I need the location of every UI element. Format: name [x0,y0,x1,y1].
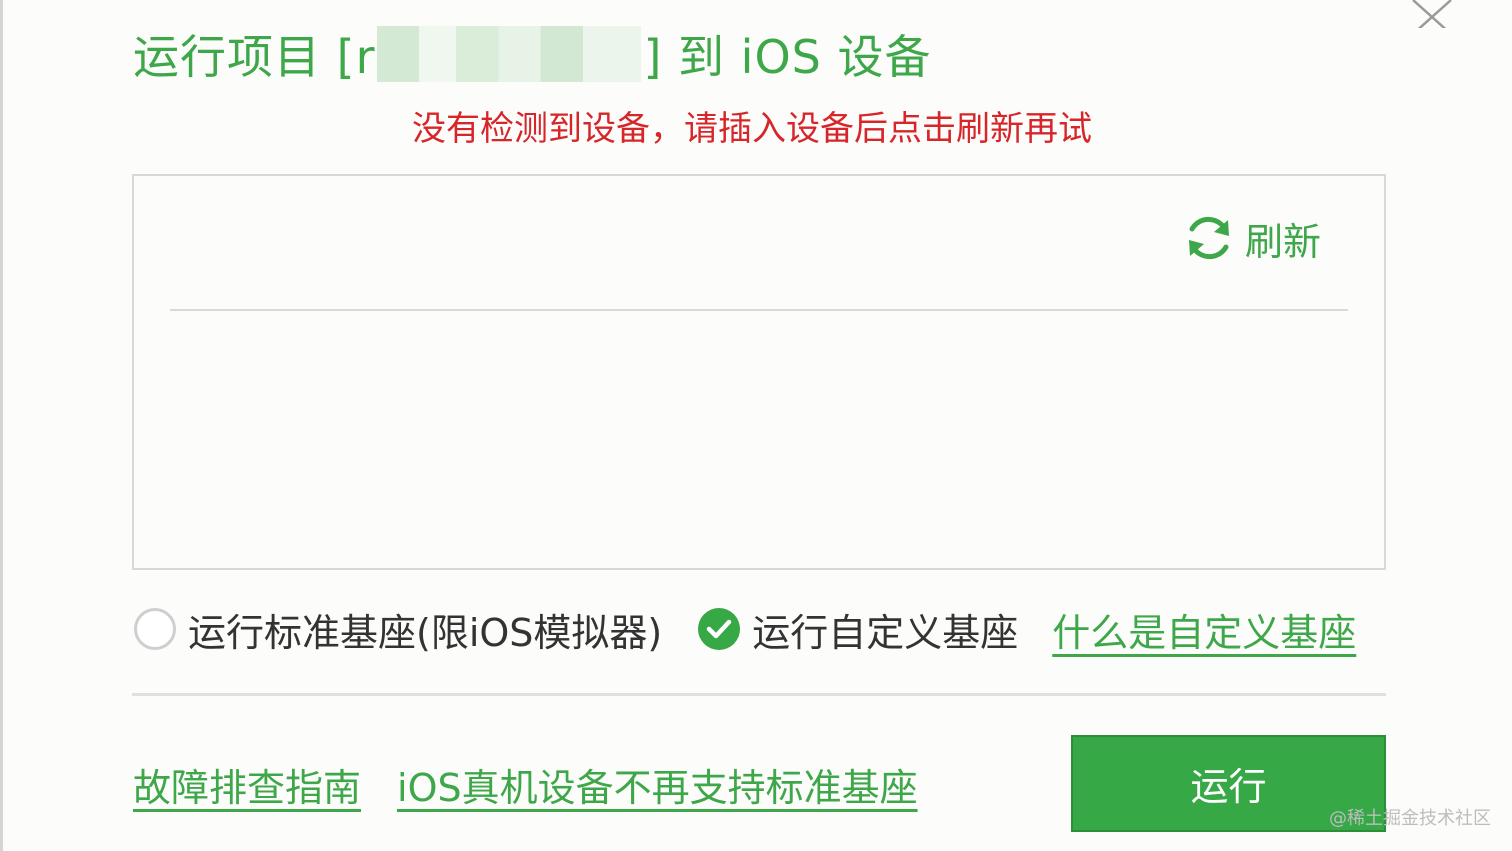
footer-links: 故障排查指南 iOS真机设备不再支持标准基座 [133,756,918,812]
troubleshoot-link[interactable]: 故障排查指南 [133,757,361,812]
refresh-icon [1189,216,1229,260]
close-button[interactable] [1407,0,1455,35]
radio-empty-icon [134,608,176,650]
refresh-label: 刷新 [1245,219,1322,264]
redacted-project-name [377,26,642,82]
device-list-divider [170,309,1348,311]
title-prefix: 运行项目 [r [133,30,376,84]
close-icon [1412,0,1452,35]
footer-divider [132,693,1386,696]
run-on-ios-dialog: 运行项目 [r ] 到 iOS 设备 没有检测到设备，请插入设备后点击刷新再试 刷… [0,0,1512,851]
standard-base-unsupported-link[interactable]: iOS真机设备不再支持标准基座 [397,757,918,812]
standard-base-label: 运行标准基座(限iOS模拟器) [188,610,663,655]
no-device-warning: 没有检测到设备，请插入设备后点击刷新再试 [412,108,1092,149]
check-circle-icon [698,608,741,650]
radio-custom-base[interactable]: 运行自定义基座 [698,602,1018,657]
radio-standard-base[interactable]: 运行标准基座(限iOS模拟器) [134,602,662,657]
refresh-button[interactable]: 刷新 [1183,210,1321,266]
watermark: @稀土掘金技术社区 [1329,808,1491,829]
title-suffix: ] 到 iOS 设备 [643,30,932,84]
base-options: 运行标准基座(限iOS模拟器) 运行自定义基座 什么是自定义基座 [134,600,1356,658]
dialog-title: 运行项目 [r ] 到 iOS 设备 [133,24,931,84]
custom-base-label: 运行自定义基座 [752,610,1019,655]
custom-base-help-link[interactable]: 什么是自定义基座 [1052,602,1356,657]
